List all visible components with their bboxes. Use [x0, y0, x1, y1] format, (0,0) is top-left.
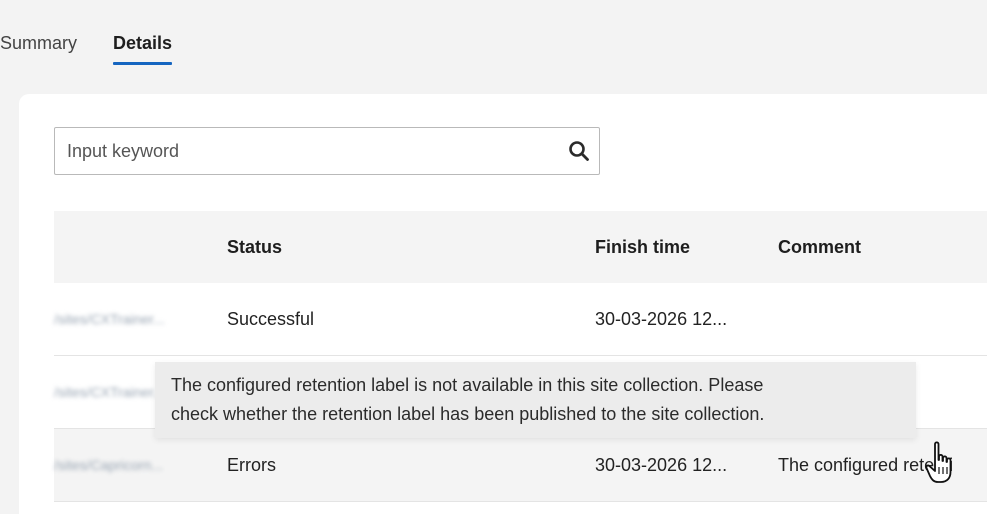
- row-name: /sites/Capricorn...: [54, 457, 163, 473]
- row-comment: [778, 283, 987, 355]
- table-row[interactable]: /sites/CXTrainer... Successful 30-03-202…: [54, 283, 987, 356]
- search-icon: [569, 141, 589, 161]
- tooltip-line: check whether the retention label has be…: [171, 404, 765, 424]
- tab-details[interactable]: Details: [113, 30, 173, 65]
- tab-bar: Summary Details: [0, 30, 208, 66]
- row-name: /sites/CXTrainer...: [54, 311, 165, 327]
- column-header-finish-time[interactable]: Finish time: [595, 211, 765, 283]
- column-header-comment[interactable]: Comment: [778, 211, 987, 283]
- search-input[interactable]: [55, 128, 559, 174]
- row-status: Errors: [227, 455, 276, 475]
- column-header-name: [54, 211, 194, 283]
- column-header-status[interactable]: Status: [227, 211, 567, 283]
- hand-pointer-icon: [925, 441, 952, 483]
- comment-tooltip: The configured retention label is not av…: [155, 362, 916, 438]
- row-finish-time: 30-03-2026 12...: [595, 309, 728, 329]
- table-header: Status Finish time Comment: [54, 211, 987, 283]
- tooltip-line: The configured retention label is not av…: [171, 375, 764, 395]
- details-panel: Status Finish time Comment /sites/CXTrai…: [19, 94, 987, 514]
- search-box: [54, 127, 600, 175]
- row-finish-time: 30-03-2026 12...: [595, 455, 728, 475]
- row-status: Successful: [227, 309, 315, 329]
- details-table: Status Finish time Comment /sites/CXTrai…: [54, 211, 987, 502]
- search-button[interactable]: [559, 128, 599, 174]
- tab-summary[interactable]: Summary: [0, 30, 77, 56]
- table-row[interactable]: /sites/Capricorn... Errors 30-03-2026 12…: [54, 429, 987, 502]
